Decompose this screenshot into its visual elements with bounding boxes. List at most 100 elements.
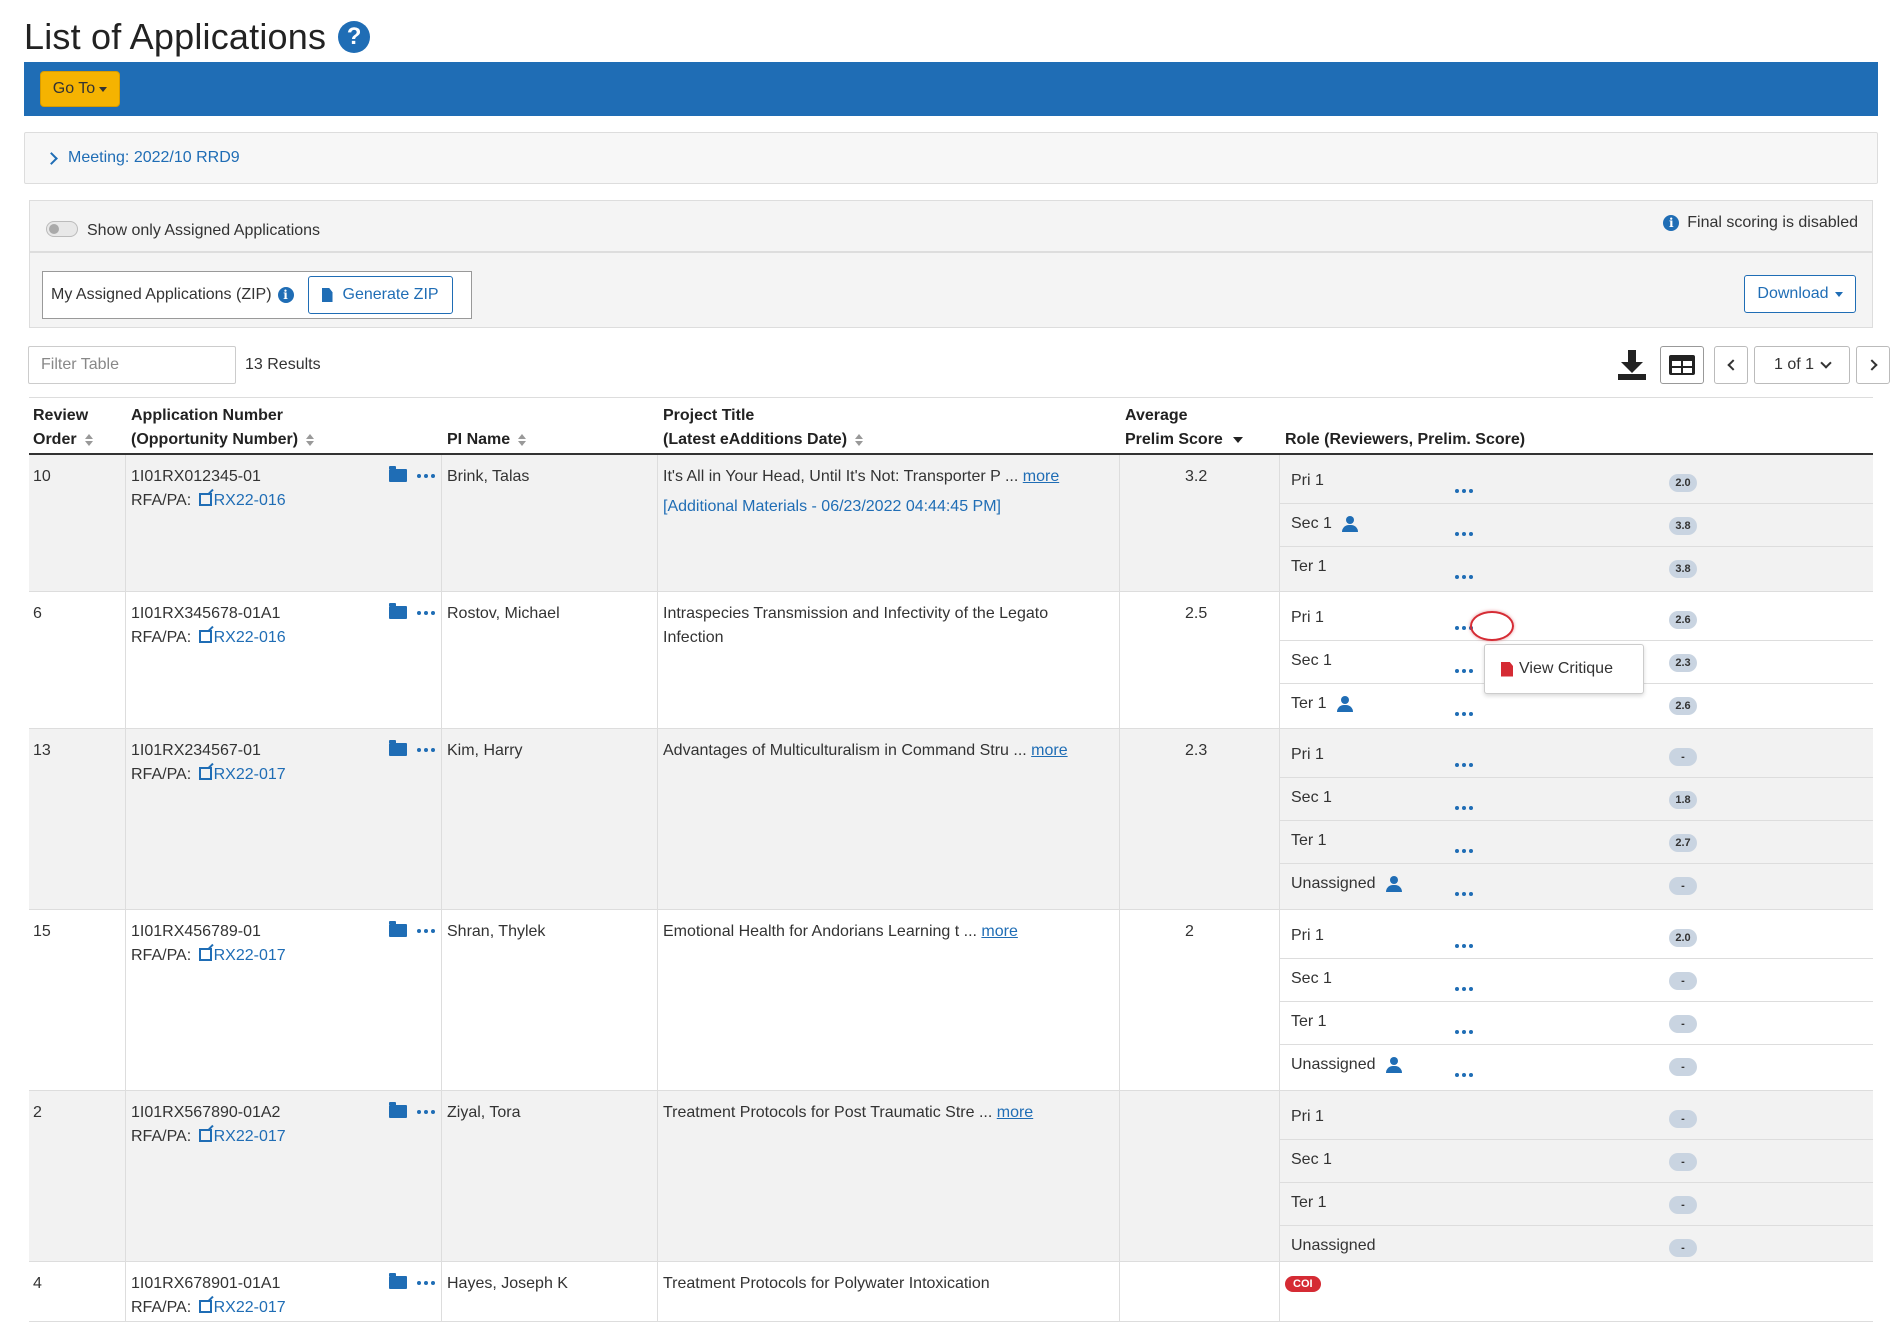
generate-zip-button[interactable]: Generate ZIP [307, 276, 453, 314]
more-options-icon[interactable] [417, 928, 435, 933]
pi-name: Rostov, Michael [447, 605, 560, 622]
file-icon [321, 288, 333, 302]
more-options-icon[interactable] [417, 473, 435, 478]
col-review-order[interactable]: Review Order [33, 404, 93, 452]
info-icon[interactable]: i [277, 287, 294, 303]
prev-page-button[interactable] [1714, 346, 1748, 384]
assigned-only-toggle[interactable] [46, 221, 78, 237]
column-divider [1119, 1091, 1120, 1261]
row-actions [389, 466, 435, 482]
page-select[interactable]: 1 of 1 [1754, 346, 1850, 384]
review-order: 10 [33, 468, 51, 485]
header-text: (Opportunity Number) [131, 431, 299, 448]
external-link-icon [198, 948, 212, 961]
more-link[interactable]: more [981, 923, 1017, 940]
pi-name: Ziyal, Tora [447, 1104, 521, 1121]
role-line: Pri 1 2.0 [1279, 916, 1873, 959]
more-options-icon[interactable] [417, 610, 435, 615]
prelim-score-badge: 2.0 [1669, 474, 1697, 492]
header-text: Prelim Score [1125, 431, 1223, 448]
column-toggle-button[interactable] [1660, 346, 1704, 384]
prelim-score-badge: 3.8 [1669, 560, 1697, 578]
role-name: Ter 1 [1291, 558, 1327, 575]
folder-icon[interactable] [389, 603, 407, 619]
folder-icon[interactable] [389, 740, 407, 756]
column-divider [1119, 592, 1120, 728]
more-options-icon[interactable] [1455, 944, 1473, 948]
column-divider [1119, 729, 1120, 909]
role-actions [1455, 840, 1473, 858]
more-options-icon[interactable] [1455, 1073, 1473, 1077]
more-options-icon[interactable] [1455, 849, 1473, 853]
prelim-score-badge: - [1669, 1058, 1697, 1076]
rfa-link[interactable]: RX22-017 [196, 1128, 286, 1145]
column-divider [125, 1091, 126, 1261]
pi-name: Shran, Thylek [447, 923, 546, 940]
role-name: Ter 1 [1291, 832, 1327, 849]
more-options-icon[interactable] [417, 1280, 435, 1285]
folder-icon[interactable] [389, 1273, 407, 1289]
average-score: 2.5 [1185, 605, 1208, 622]
question-circle-icon[interactable]: ? [338, 21, 371, 53]
col-average-score[interactable]: Average Prelim Score [1125, 404, 1243, 452]
more-options-icon[interactable] [1455, 763, 1473, 767]
more-link[interactable]: more [1031, 742, 1067, 759]
more-options-icon[interactable] [1455, 1030, 1473, 1034]
prelim-score-badge: 2.6 [1669, 697, 1697, 715]
col-pi-name[interactable]: PI Name [447, 428, 527, 452]
additional-materials-link[interactable]: [Additional Materials - 06/23/2022 04:44… [663, 495, 1103, 519]
applications-table: Review Order Application Number (Opportu… [29, 397, 1873, 1322]
column-divider [657, 455, 658, 591]
go-to-button[interactable]: Go To [40, 71, 120, 107]
table-row: 2 1I01RX567890-01A2 RFA/PA: RX22-017 Ziyal,… [29, 1091, 1873, 1262]
next-page-button[interactable] [1856, 346, 1890, 384]
rfa-link[interactable]: RX22-017 [196, 947, 286, 964]
meeting-accordion[interactable]: Meeting: 2022/10 RRD9 [24, 132, 1878, 184]
external-link-icon [198, 1129, 212, 1142]
rfa-link[interactable]: RX22-016 [196, 629, 286, 646]
col-application-number[interactable]: Application Number (Opportunity Number) [131, 404, 315, 452]
pi-name: Brink, Talas [447, 468, 530, 485]
rfa-link[interactable]: RX22-016 [196, 492, 286, 509]
more-options-icon[interactable] [1455, 489, 1473, 493]
meeting-label: Meeting: [68, 149, 130, 166]
project-title: It's All in Your Head, Until It's Not: T… [663, 465, 1103, 519]
prelim-score-badge: 2.6 [1669, 611, 1697, 629]
col-project-title[interactable]: Project Title (Latest eAdditions Date) [663, 404, 864, 452]
prelim-score-badge: - [1669, 1153, 1697, 1171]
table-icon [1669, 355, 1695, 375]
folder-icon[interactable] [389, 466, 407, 482]
more-options-icon[interactable] [1455, 575, 1473, 579]
prelim-score-badge: 3.8 [1669, 517, 1697, 535]
coi-badge: COI [1285, 1276, 1321, 1292]
role-name: Sec 1 [1291, 1151, 1332, 1168]
more-options-icon[interactable] [1455, 892, 1473, 896]
filter-table-input[interactable]: Filter Table [28, 346, 236, 384]
role-actions [1455, 883, 1473, 901]
download-icon[interactable] [1616, 348, 1648, 382]
role-line: Ter 1 - [1279, 1002, 1873, 1045]
role-name: Pri 1 [1291, 746, 1324, 763]
more-link[interactable]: more [1023, 468, 1059, 485]
folder-icon[interactable] [389, 1102, 407, 1118]
more-options-icon[interactable] [1455, 669, 1473, 673]
more-options-icon[interactable] [1455, 712, 1473, 716]
application-number: 1I01RX456789-01 RFA/PA: RX22-017 [131, 923, 286, 964]
review-order: 2 [33, 1104, 42, 1121]
more-link[interactable]: more [997, 1104, 1033, 1121]
critique-popup[interactable]: View Critique [1484, 644, 1644, 694]
folder-icon[interactable] [389, 921, 407, 937]
download-button[interactable]: Download [1744, 275, 1856, 313]
role-line: Ter 1 2.7 [1279, 821, 1873, 864]
row-actions [389, 1102, 435, 1118]
rfa-link[interactable]: RX22-017 [196, 1299, 286, 1316]
row-actions [389, 921, 435, 937]
more-options-icon[interactable] [417, 1109, 435, 1114]
more-options-icon[interactable] [1455, 806, 1473, 810]
more-options-icon[interactable] [1455, 532, 1473, 536]
role-actions [1455, 797, 1473, 815]
final-scoring-text: Final scoring is disabled [1687, 214, 1858, 231]
more-options-icon[interactable] [1455, 987, 1473, 991]
rfa-link[interactable]: RX22-017 [196, 766, 286, 783]
more-options-icon[interactable] [417, 747, 435, 752]
